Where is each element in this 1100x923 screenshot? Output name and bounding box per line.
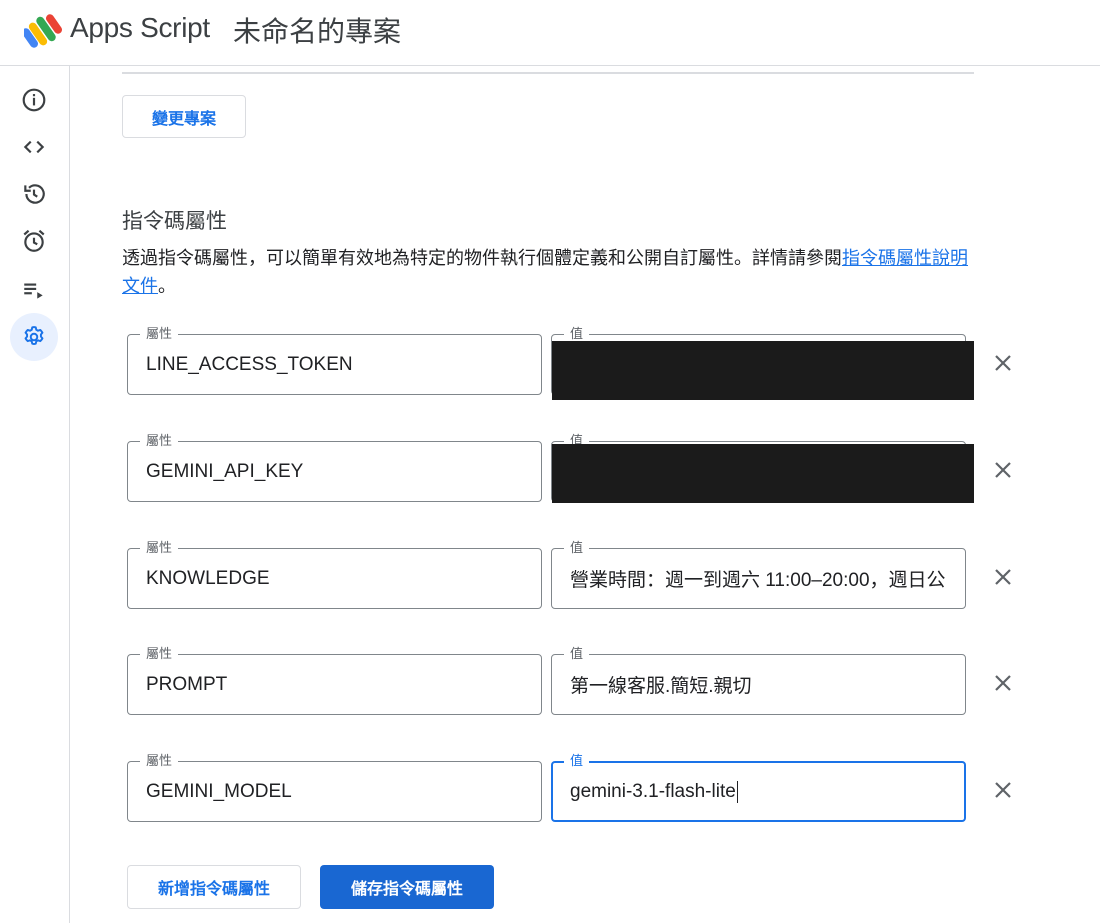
redaction-block: [552, 444, 974, 503]
property-key-value: GEMINI_MODEL: [146, 780, 292, 802]
property-value-field[interactable]: 值 第一線客服.簡短.親切: [551, 645, 966, 715]
property-key-field[interactable]: 屬性 LINE_ACCESS_TOKEN: [127, 325, 542, 395]
gear-icon: [24, 326, 44, 346]
property-key-field[interactable]: 屬性 KNOWLEDGE: [127, 539, 542, 609]
sidebar-item-triggers[interactable]: [10, 217, 58, 265]
playlist-icon: [24, 283, 43, 299]
delete-property-icon[interactable]: [991, 351, 1015, 375]
sidebar: [0, 66, 70, 923]
property-value: gemini-3.1-flash-lite: [570, 780, 736, 802]
sidebar-item-overview[interactable]: [10, 76, 58, 124]
sidebar-item-settings[interactable]: [10, 313, 58, 361]
property-key-field[interactable]: 屬性 GEMINI_MODEL: [127, 752, 542, 822]
sidebar-item-executions-log[interactable]: [10, 266, 58, 314]
app-header: Apps Script 未命名的專案: [0, 0, 1100, 66]
change-project-button[interactable]: 變更專案: [122, 95, 246, 138]
alarm-icon: [23, 229, 45, 252]
description-text: 透過指令碼屬性，可以簡單有效地為特定的物件執行個體定義和公開自訂屬性。詳情請參閱: [122, 248, 842, 268]
add-property-button[interactable]: 新增指令碼屬性: [127, 865, 301, 909]
redaction-block: [552, 341, 974, 400]
description-end: 。: [158, 276, 176, 296]
code-icon: [23, 140, 45, 154]
property-key-value: KNOWLEDGE: [146, 567, 270, 589]
history-icon: [24, 184, 45, 204]
property-value: 第一線客服.簡短.親切: [570, 676, 752, 697]
sidebar-item-executions[interactable]: [10, 170, 58, 218]
app-name[interactable]: Apps Script: [70, 12, 210, 44]
project-title[interactable]: 未命名的專案: [233, 10, 401, 50]
property-key-value: PROMPT: [146, 673, 228, 695]
apps-script-logo[interactable]: [21, 13, 64, 49]
info-icon: [22, 88, 46, 112]
delete-property-icon[interactable]: [991, 565, 1015, 589]
property-value: 營業時間：週一到週六 11:00–20:00，週日公: [570, 570, 946, 591]
delete-property-icon[interactable]: [991, 778, 1015, 802]
property-key-value: LINE_ACCESS_TOKEN: [146, 353, 353, 375]
save-properties-button[interactable]: 儲存指令碼屬性: [320, 865, 494, 909]
property-value-container: gemini-3.1-flash-lite: [570, 763, 950, 820]
property-key-field[interactable]: 屬性 GEMINI_API_KEY: [127, 432, 542, 502]
delete-property-icon[interactable]: [991, 458, 1015, 482]
delete-property-icon[interactable]: [991, 671, 1015, 695]
property-key-field[interactable]: 屬性 PROMPT: [127, 645, 542, 715]
section-title: 指令碼屬性: [122, 210, 227, 233]
text-caret: [736, 780, 738, 803]
property-key-value: GEMINI_API_KEY: [146, 460, 304, 482]
section-description: 透過指令碼屬性，可以簡單有效地為特定的物件執行個體定義和公開自訂屬性。詳情請參閱…: [122, 244, 982, 300]
property-value-field[interactable]: 值 gemini-3.1-flash-lite: [551, 752, 966, 822]
section-divider: [122, 72, 974, 74]
property-value-field[interactable]: 值 營業時間：週一到週六 11:00–20:00，週日公: [551, 539, 966, 609]
sidebar-item-editor[interactable]: [10, 123, 58, 171]
